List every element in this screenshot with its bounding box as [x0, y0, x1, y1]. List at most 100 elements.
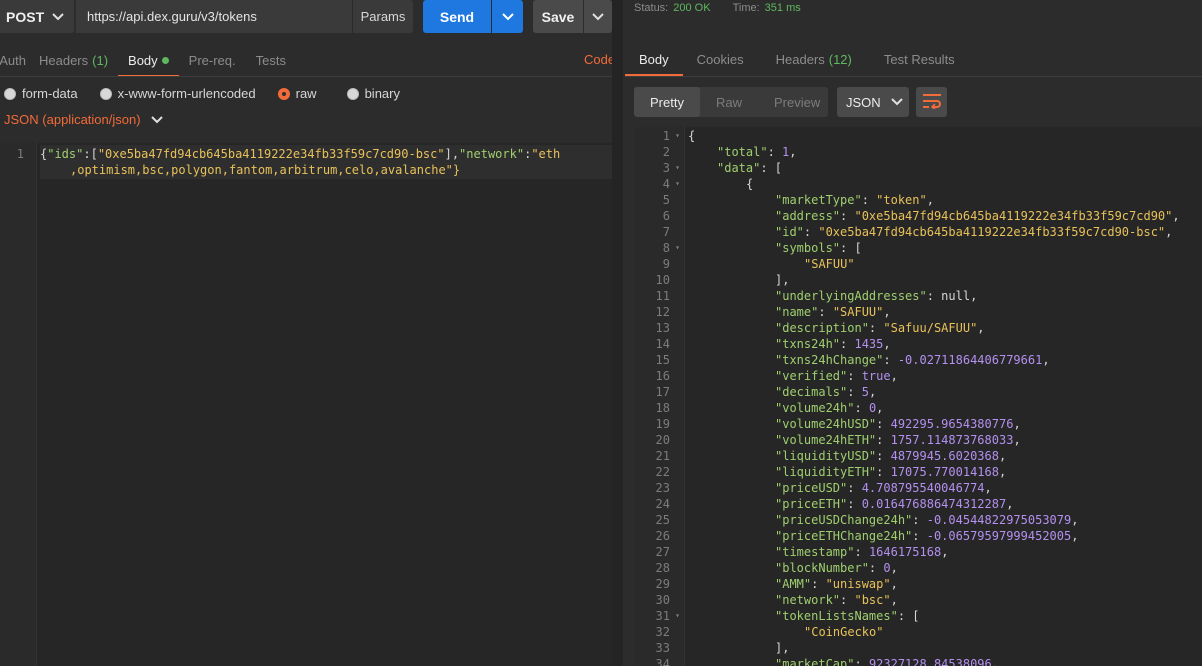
view-raw-button[interactable]: Raw — [700, 87, 758, 117]
fold-toggle-icon[interactable]: ▾ — [670, 608, 685, 624]
code-text: "total": 1, — [717, 145, 797, 159]
line-gutter — [0, 143, 37, 666]
headers-count: (1) — [92, 52, 109, 68]
method-label: POST — [6, 8, 45, 25]
radio-raw[interactable]: raw — [277, 86, 317, 101]
wrap-lines-icon — [922, 93, 942, 112]
line-number: 16 — [655, 369, 670, 383]
code-text: "marketType": "token", — [775, 193, 934, 207]
code-line: 9 "SAFUU" — [635, 256, 1202, 272]
line-number: 12 — [655, 305, 670, 319]
code-link[interactable]: Code — [584, 52, 615, 67]
send-button[interactable]: Send — [423, 0, 491, 33]
code-text: "name": "SAFUU", — [775, 305, 891, 319]
save-button[interactable]: Save — [533, 0, 583, 33]
request-body-text[interactable]: {"ids":["0xe5ba47fd94cb645ba4119222e34fb… — [40, 145, 612, 179]
save-options-button[interactable] — [584, 0, 612, 33]
code-line: 23 "priceUSD": 4.708795540046774, — [635, 480, 1202, 496]
tab-response-body[interactable]: Body — [625, 43, 683, 76]
view-preview-button[interactable]: Preview — [758, 87, 836, 117]
code-text: "priceETHChange24h": -0.0657959799945200… — [775, 529, 1079, 543]
tab-test-results[interactable]: Test Results — [870, 43, 969, 75]
chevron-down-icon — [52, 12, 64, 21]
code-line: 19 "volume24hUSD": 492295.9654380776, — [635, 416, 1202, 432]
code-text: "volume24hUSD": 492295.9654380776, — [775, 417, 1021, 431]
chevron-down-icon — [150, 115, 163, 124]
tab-response-headers[interactable]: Headers (12) — [758, 43, 870, 75]
radio-urlencoded[interactable]: x-www-form-urlencoded — [99, 86, 256, 101]
line-number: 26 — [655, 529, 670, 543]
params-button[interactable]: Params — [352, 0, 413, 33]
code-line: 22 "liquidityETH": 17075.770014168, — [635, 464, 1202, 480]
request-tabs: Auth Headers (1) Body Pre-req. Tests — [0, 44, 296, 77]
format-label: JSON — [846, 94, 881, 110]
tab-pre-request[interactable]: Pre-req. — [179, 44, 246, 76]
code-line: 25 "priceUSDChange24h": -0.04544822975053… — [635, 512, 1202, 528]
code-line: 26 "priceETHChange24h": -0.06579597999452… — [635, 528, 1202, 544]
code-text: "data": [ — [717, 161, 783, 175]
wrap-lines-button[interactable] — [916, 87, 947, 117]
response-body-viewer[interactable]: 1 ▾{2 "total": 1, 3 ▾ "data": [4 ▾{5 "marketTyp… — [635, 127, 1202, 666]
code-line: 33], — [635, 640, 1202, 656]
line-number: 27 — [655, 545, 670, 559]
send-options-button[interactable] — [492, 0, 523, 33]
radio-binary[interactable]: binary — [346, 86, 400, 101]
divider — [625, 76, 1202, 77]
line-number: 2 — [662, 145, 670, 159]
line-number: 30 — [655, 593, 670, 607]
request-body-editor[interactable]: 1 {"ids":["0xe5ba47fd94cb645ba4119222e34… — [0, 143, 612, 666]
line-number: 1 — [16, 147, 24, 161]
line-number: 33 — [655, 641, 670, 655]
tab-body[interactable]: Body — [118, 44, 179, 77]
code-text: "liquidityUSD": 4879945.6020368, — [775, 449, 1007, 463]
line-number: 15 — [655, 353, 670, 367]
format-select[interactable]: JSON — [837, 87, 909, 117]
radio-form-data[interactable]: form-data — [4, 86, 78, 101]
fold-toggle-icon[interactable]: ▾ — [670, 128, 685, 144]
code-text: "timestamp": 1646175168, — [775, 545, 949, 559]
line-number: 9 — [662, 257, 670, 271]
code-line: 20 "volume24hETH": 1757.114873768033, — [635, 432, 1202, 448]
code-line: 12 "name": "SAFUU", — [635, 304, 1202, 320]
code-line: 10], — [635, 272, 1202, 288]
code-text: "underlyingAddresses": null, — [775, 289, 978, 303]
url-input[interactable]: https://api.dex.guru/v3/tokens — [76, 0, 352, 33]
line-number: 8 — [662, 241, 670, 255]
fold-toggle-icon[interactable]: ▾ — [670, 240, 685, 256]
code-text: "network": "bsc", — [775, 593, 898, 607]
content-type-select[interactable]: JSON (application/json) — [4, 112, 163, 127]
code-text: "tokenListsNames": [ — [775, 609, 920, 623]
method-select[interactable]: POST — [0, 0, 74, 33]
code-text: "blockNumber": 0, — [775, 561, 898, 575]
code-text: "priceETH": 0.016476886474312287, — [775, 497, 1014, 511]
code-line: 32 "CoinGecko" — [635, 624, 1202, 640]
line-number: 34 — [655, 657, 670, 666]
code-text: "txns24h": 1435, — [775, 337, 891, 351]
tab-auth[interactable]: Auth — [0, 44, 29, 76]
response-tabs: Body Cookies Headers (12) Test Results — [625, 43, 969, 76]
code-text: "marketCap": 92327128.84538096, — [775, 657, 999, 666]
tab-tests[interactable]: Tests — [246, 44, 296, 76]
code-line: 2 "total": 1, — [635, 144, 1202, 160]
tab-headers[interactable]: Headers (1) — [29, 44, 118, 76]
code-line: 1 ▾{ — [635, 128, 1202, 144]
fold-toggle-icon[interactable]: ▾ — [670, 176, 685, 192]
tab-cookies[interactable]: Cookies — [683, 43, 758, 75]
pane-splitter[interactable] — [612, 0, 623, 666]
response-lines: 1 ▾{2 "total": 1, 3 ▾ "data": [4 ▾{5 "marketTyp… — [635, 128, 1202, 666]
code-text: "SAFUU" — [804, 257, 855, 271]
line-number: 4 — [662, 177, 670, 191]
view-pretty-button[interactable]: Pretty — [634, 87, 700, 117]
radio-icon — [4, 87, 16, 100]
fold-toggle-icon[interactable]: ▾ — [670, 160, 685, 176]
